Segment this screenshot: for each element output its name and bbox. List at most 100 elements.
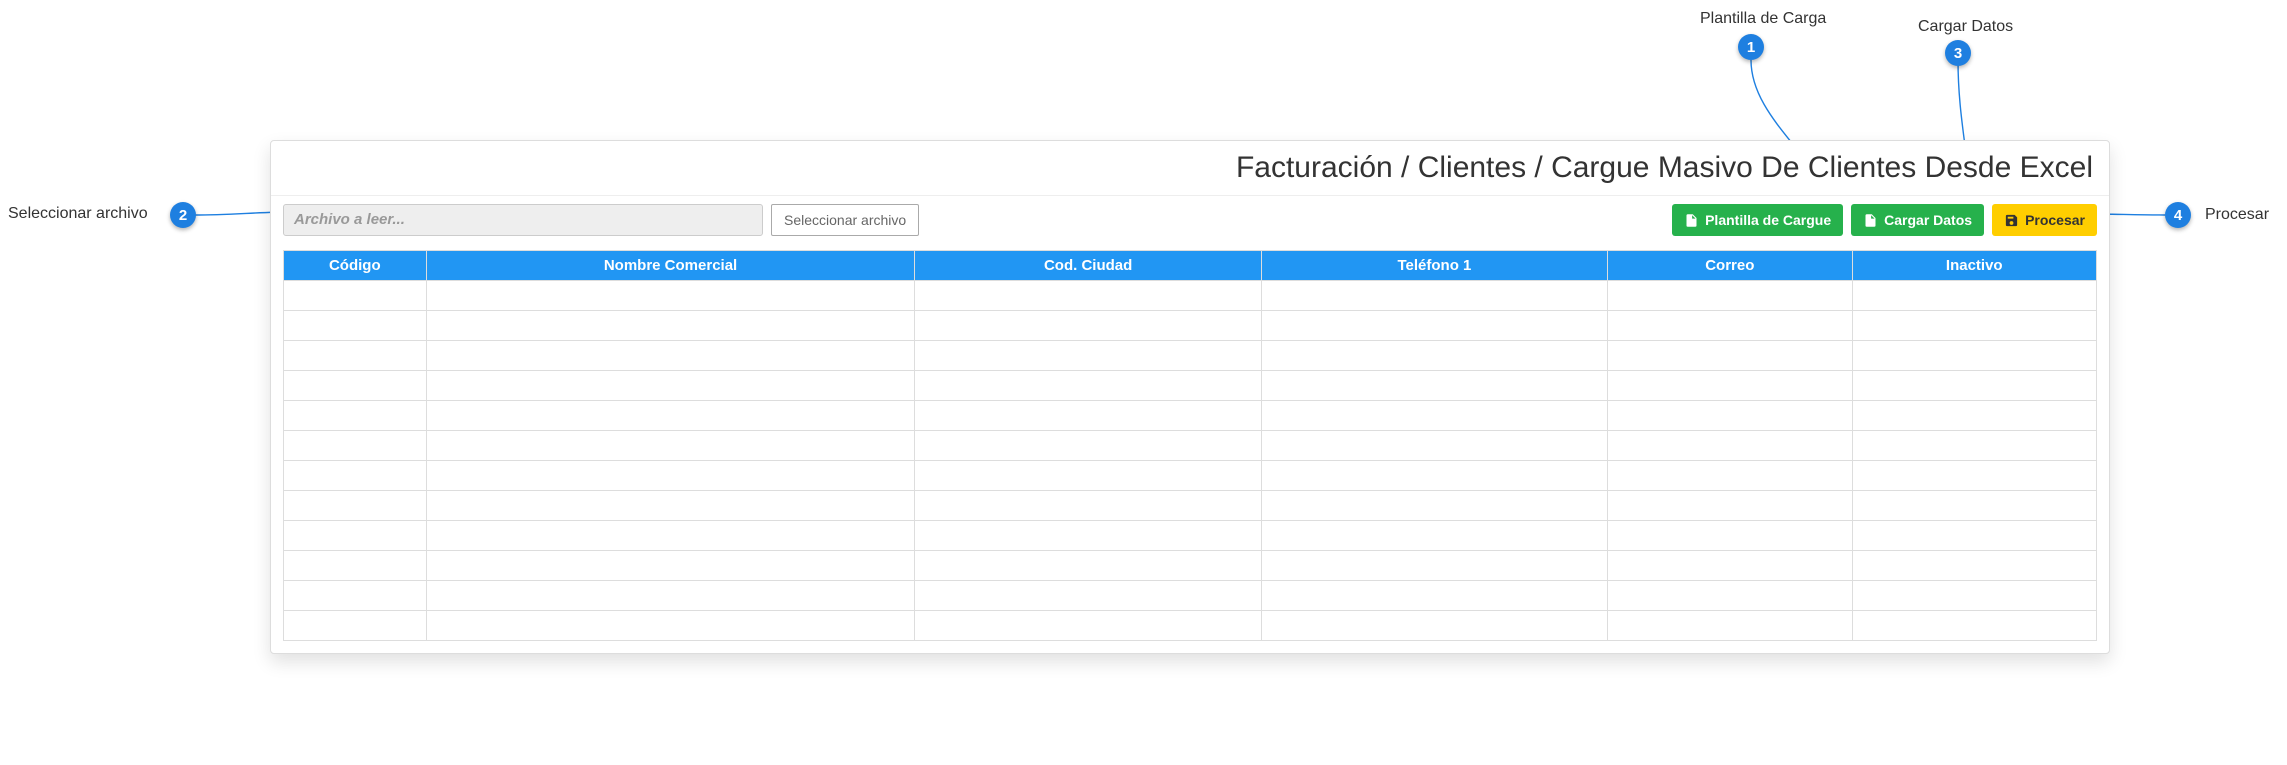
table-cell[interactable]	[1608, 461, 1852, 491]
table-cell[interactable]	[1261, 581, 1607, 611]
table-cell[interactable]	[426, 341, 915, 371]
table-row[interactable]	[284, 371, 2097, 401]
col-header-correo: Correo	[1608, 251, 1852, 281]
table-cell[interactable]	[284, 311, 427, 341]
table-cell[interactable]	[1608, 551, 1852, 581]
table-cell[interactable]	[1852, 341, 2096, 371]
table-cell[interactable]	[915, 461, 1261, 491]
table-cell[interactable]	[915, 581, 1261, 611]
table-cell[interactable]	[426, 521, 915, 551]
table-cell[interactable]	[284, 341, 427, 371]
table-cell[interactable]	[1261, 371, 1607, 401]
table-cell[interactable]	[1608, 611, 1852, 641]
table-cell[interactable]	[1852, 431, 2096, 461]
table-cell[interactable]	[426, 311, 915, 341]
table-cell[interactable]	[426, 461, 915, 491]
procesar-label: Procesar	[2025, 212, 2085, 228]
annotation-4-label: Procesar	[2205, 206, 2269, 224]
table-cell[interactable]	[1608, 311, 1852, 341]
table-body	[284, 281, 2097, 641]
table-cell[interactable]	[915, 521, 1261, 551]
table-row[interactable]	[284, 281, 2097, 311]
table-cell[interactable]	[1261, 551, 1607, 581]
table-cell[interactable]	[915, 281, 1261, 311]
table-cell[interactable]	[284, 491, 427, 521]
table-cell[interactable]	[1852, 611, 2096, 641]
table-cell[interactable]	[915, 551, 1261, 581]
table-cell[interactable]	[1608, 341, 1852, 371]
table-cell[interactable]	[1852, 521, 2096, 551]
table-cell[interactable]	[426, 491, 915, 521]
col-header-codigo: Código	[284, 251, 427, 281]
save-icon	[2004, 213, 2019, 228]
table-cell[interactable]	[284, 551, 427, 581]
annotation-2-marker: 2	[170, 202, 196, 228]
plantilla-cargue-button[interactable]: Plantilla de Cargue	[1672, 204, 1843, 236]
table-row[interactable]	[284, 461, 2097, 491]
table-row[interactable]	[284, 311, 2097, 341]
table-cell[interactable]	[1608, 581, 1852, 611]
table-cell[interactable]	[1852, 581, 2096, 611]
table-cell[interactable]	[1852, 551, 2096, 581]
table-cell[interactable]	[1608, 281, 1852, 311]
table-cell[interactable]	[915, 311, 1261, 341]
table-cell[interactable]	[915, 491, 1261, 521]
table-cell[interactable]	[1608, 401, 1852, 431]
table-cell[interactable]	[1852, 371, 2096, 401]
procesar-button[interactable]: Procesar	[1992, 204, 2097, 236]
table-cell[interactable]	[284, 521, 427, 551]
main-panel: Facturación / Clientes / Cargue Masivo D…	[270, 140, 2110, 654]
table-cell[interactable]	[915, 371, 1261, 401]
table-cell[interactable]	[426, 611, 915, 641]
table-row[interactable]	[284, 401, 2097, 431]
table-cell[interactable]	[1261, 341, 1607, 371]
table-cell[interactable]	[426, 581, 915, 611]
table-row[interactable]	[284, 551, 2097, 581]
table-row[interactable]	[284, 521, 2097, 551]
table-row[interactable]	[284, 611, 2097, 641]
table-cell[interactable]	[284, 461, 427, 491]
table-cell[interactable]	[1608, 431, 1852, 461]
table-cell[interactable]	[1608, 521, 1852, 551]
table-cell[interactable]	[915, 401, 1261, 431]
table-cell[interactable]	[426, 281, 915, 311]
table-cell[interactable]	[284, 371, 427, 401]
table-row[interactable]	[284, 341, 2097, 371]
col-header-telefono: Teléfono 1	[1261, 251, 1607, 281]
annotation-1-marker: 1	[1738, 34, 1764, 60]
table-cell[interactable]	[426, 401, 915, 431]
table-cell[interactable]	[1261, 401, 1607, 431]
table-cell[interactable]	[426, 431, 915, 461]
table-row[interactable]	[284, 431, 2097, 461]
table-cell[interactable]	[284, 281, 427, 311]
table-cell[interactable]	[426, 551, 915, 581]
table-cell[interactable]	[284, 401, 427, 431]
table-cell[interactable]	[284, 581, 427, 611]
table-cell[interactable]	[1608, 491, 1852, 521]
table-cell[interactable]	[1261, 281, 1607, 311]
table-cell[interactable]	[1852, 281, 2096, 311]
table-cell[interactable]	[1261, 311, 1607, 341]
table-cell[interactable]	[1608, 371, 1852, 401]
table-cell[interactable]	[915, 341, 1261, 371]
table-cell[interactable]	[915, 431, 1261, 461]
table-cell[interactable]	[1852, 311, 2096, 341]
table-cell[interactable]	[1852, 401, 2096, 431]
table-cell[interactable]	[426, 371, 915, 401]
table-cell[interactable]	[1261, 521, 1607, 551]
table-cell[interactable]	[1261, 431, 1607, 461]
table-cell[interactable]	[1261, 491, 1607, 521]
table-cell[interactable]	[1261, 461, 1607, 491]
table-cell[interactable]	[915, 611, 1261, 641]
table-cell[interactable]	[1261, 611, 1607, 641]
table-cell[interactable]	[284, 611, 427, 641]
file-path-display[interactable]: Archivo a leer...	[283, 204, 763, 236]
plantilla-cargue-label: Plantilla de Cargue	[1705, 212, 1831, 228]
table-cell[interactable]	[1852, 461, 2096, 491]
select-file-button[interactable]: Seleccionar archivo	[771, 204, 919, 236]
table-row[interactable]	[284, 491, 2097, 521]
table-cell[interactable]	[1852, 491, 2096, 521]
cargar-datos-button[interactable]: Cargar Datos	[1851, 204, 1984, 236]
table-cell[interactable]	[284, 431, 427, 461]
table-row[interactable]	[284, 581, 2097, 611]
